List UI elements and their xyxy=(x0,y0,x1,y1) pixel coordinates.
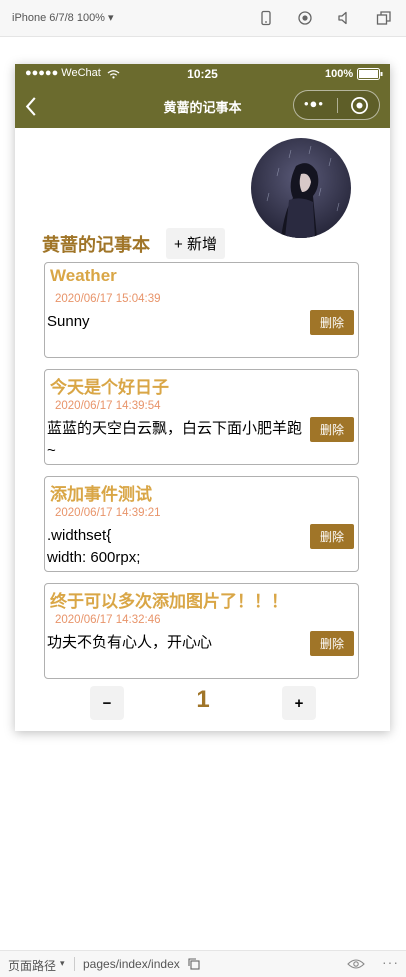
note-content: .widthset{ width: 600rpx; xyxy=(47,525,303,569)
delete-button[interactable]: 删除 xyxy=(310,524,354,549)
dropdown-caret-icon[interactable]: ▾ xyxy=(60,958,65,969)
device-select[interactable]: iPhone 6/7/8 100% ▾ xyxy=(12,11,114,24)
note-content: 功夫不负有心人，开心心 xyxy=(47,634,213,651)
previous-page-button[interactable]: − xyxy=(90,686,124,720)
detach-window-icon[interactable] xyxy=(376,10,392,26)
note-content-line: .widthset{ xyxy=(47,527,112,544)
more-options-icon[interactable]: •●• xyxy=(304,96,324,111)
navigation-bar: 黄蔷的记事本 •●• xyxy=(15,84,390,128)
page-number: 1 xyxy=(196,686,210,713)
note-title: 今天是个好日子 xyxy=(50,378,169,397)
delete-button[interactable]: 删除 xyxy=(310,631,354,656)
battery-percent: 100% xyxy=(325,68,354,80)
page-path: pages/index/index xyxy=(83,957,180,971)
simulator-status-bar: 页面路径 ▾ pages/index/index ··· xyxy=(0,950,406,977)
note-timestamp: 2020/06/17 14:39:54 xyxy=(55,400,161,412)
note-title: 添加事件测试 xyxy=(50,485,152,504)
note-title: Weather xyxy=(50,266,117,285)
next-page-button[interactable]: + xyxy=(282,686,316,720)
note-timestamp: 2020/06/17 14:32:46 xyxy=(55,614,161,626)
page-path-label[interactable]: 页面路径 xyxy=(8,957,56,974)
note-card[interactable]: 终于可以多次添加图片了！！！ 2020/06/17 14:32:46 功夫不负有… xyxy=(44,583,359,679)
capsule-divider xyxy=(337,98,338,113)
record-icon[interactable] xyxy=(297,10,313,26)
battery-icon xyxy=(357,68,383,80)
note-timestamp: 2020/06/17 14:39:21 xyxy=(55,507,161,519)
volume-icon[interactable] xyxy=(336,10,352,26)
note-card[interactable]: 今天是个好日子 2020/06/17 14:39:54 蓝蓝的天空白云飘，白云下… xyxy=(44,369,359,465)
status-bar: ●●●●● WeChat 10:25 100% xyxy=(15,64,390,84)
delete-button[interactable]: 删除 xyxy=(310,310,354,335)
notebook-title: 黄蔷的记事本 xyxy=(42,235,150,255)
note-content: Sunny xyxy=(47,313,90,330)
menu-capsule: •●• xyxy=(293,90,380,120)
note-card[interactable]: Weather 2020/06/17 15:04:39 Sunny 删除 xyxy=(44,262,359,358)
simulator-toolbar: iPhone 6/7/8 100% ▾ xyxy=(0,0,406,37)
avatar[interactable] xyxy=(251,138,351,238)
note-content-line: width: 600rpx; xyxy=(47,549,141,566)
phone-icon[interactable] xyxy=(258,10,274,26)
page-content: 黄蔷的记事本 + 新增 Weather 2020/06/17 15:04:39 … xyxy=(15,128,390,731)
note-card[interactable]: 添加事件测试 2020/06/17 14:39:21 .widthset{ wi… xyxy=(44,476,359,572)
add-note-button[interactable]: + 新增 xyxy=(166,228,225,259)
note-content: 蓝蓝的天空白云飘，白云下面小肥羊跑~ xyxy=(47,420,303,459)
more-icon[interactable]: ··· xyxy=(382,954,399,970)
phone-screen: ●●●●● WeChat 10:25 100% 黄蔷的记事本 •●• 黄蔷的记事… xyxy=(15,64,390,731)
note-timestamp: 2020/06/17 15:04:39 xyxy=(55,293,161,305)
divider xyxy=(74,957,75,971)
eye-icon[interactable] xyxy=(347,958,365,970)
avatar-image xyxy=(251,138,351,238)
close-app-icon[interactable] xyxy=(350,96,369,115)
delete-button[interactable]: 删除 xyxy=(310,417,354,442)
copy-icon[interactable] xyxy=(188,958,200,970)
note-title: 终于可以多次添加图片了！！！ xyxy=(50,592,288,611)
